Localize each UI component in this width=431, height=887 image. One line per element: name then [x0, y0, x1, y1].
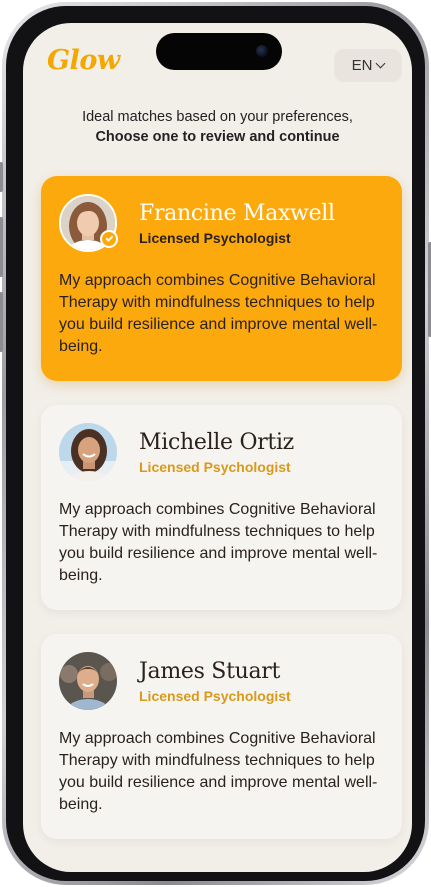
- card-names: James Stuart Licensed Psychologist: [139, 658, 291, 704]
- therapist-description: My approach combines Cognitive Behaviora…: [59, 272, 378, 355]
- avatar: [59, 423, 117, 481]
- verified-badge-icon: [100, 230, 118, 248]
- therapist-role: Licensed Psychologist: [139, 688, 291, 704]
- therapist-card-francine-maxwell[interactable]: Francine Maxwell Licensed Psychologist M…: [41, 176, 402, 381]
- therapist-card-michelle-ortiz[interactable]: Michelle Ortiz Licensed Psychologist My …: [41, 405, 402, 610]
- app-screen: Glow EN Ideal matches based on your pref…: [23, 23, 412, 872]
- intro-text: Ideal matches based on your preferences,…: [23, 107, 412, 147]
- therapist-role: Licensed Psychologist: [139, 230, 291, 246]
- phone-bezel: Glow EN Ideal matches based on your pref…: [6, 6, 425, 881]
- avatar-wrap: [59, 652, 117, 710]
- therapist-name: James Stuart: [139, 659, 281, 684]
- dynamic-island: [156, 33, 282, 70]
- language-selector[interactable]: EN: [334, 49, 402, 82]
- therapist-name: Michelle Ortiz: [139, 430, 294, 455]
- avatar-wrap: [59, 194, 118, 252]
- camera-icon: [256, 45, 268, 57]
- chevron-down-icon: [375, 58, 386, 69]
- therapist-name: Francine Maxwell: [139, 201, 335, 226]
- card-names: Michelle Ortiz Licensed Psychologist: [139, 429, 294, 475]
- language-label: EN: [351, 57, 373, 74]
- therapist-role: Licensed Psychologist: [139, 459, 291, 475]
- therapist-description: My approach combines Cognitive Behaviora…: [59, 730, 378, 813]
- card-names: Francine Maxwell Licensed Psychologist: [139, 200, 335, 246]
- avatar: [59, 652, 117, 710]
- intro-line-2: Choose one to review and continue: [95, 129, 340, 145]
- card-header: Francine Maxwell Licensed Psychologist: [59, 194, 384, 252]
- therapist-description: My approach combines Cognitive Behaviora…: [59, 501, 378, 584]
- app-logo: Glow: [47, 45, 120, 76]
- volume-down-button: [0, 292, 3, 352]
- volume-up-button: [0, 217, 3, 277]
- phone-frame: Glow EN Ideal matches based on your pref…: [0, 2, 431, 885]
- card-header: James Stuart Licensed Psychologist: [59, 652, 384, 710]
- card-header: Michelle Ortiz Licensed Psychologist: [59, 423, 384, 481]
- therapist-card-james-stuart[interactable]: James Stuart Licensed Psychologist My ap…: [41, 634, 402, 839]
- action-button: [0, 162, 3, 192]
- intro-line-1: Ideal matches based on your preferences,: [82, 109, 353, 125]
- avatar-wrap: [59, 423, 117, 481]
